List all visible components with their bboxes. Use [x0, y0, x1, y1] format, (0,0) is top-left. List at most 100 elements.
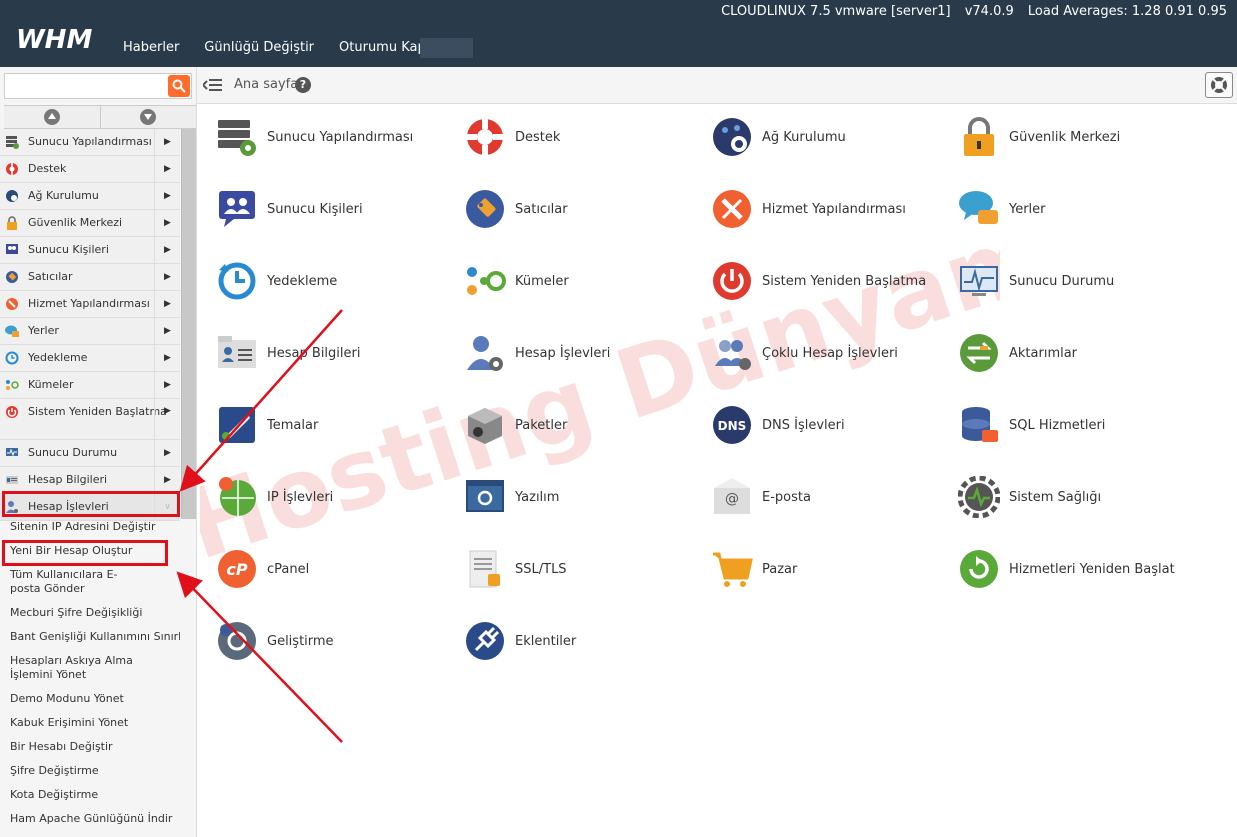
- home-tile-email[interactable]: @ E-posta: [711, 472, 951, 522]
- submenu-item-create-account[interactable]: Yeni Bir Hesap Oluştur: [0, 539, 180, 563]
- tools-icon: [711, 188, 753, 230]
- power-icon: [711, 260, 753, 302]
- home-tile-ip[interactable]: IP İşlevleri: [216, 472, 456, 522]
- submenu-item[interactable]: Ham Apache Günlüğünü İndir: [0, 807, 180, 831]
- sidebar-item-backup[interactable]: Yedekleme ▶: [0, 345, 180, 372]
- submenu-item[interactable]: Şifre Değiştirme: [0, 759, 180, 783]
- sidebar: Sunucu Yapılandırması ▶ Destek ▶ Ağ Kuru…: [0, 67, 197, 837]
- sidebar-item-server-config[interactable]: Sunucu Yapılandırması ▶: [0, 129, 180, 156]
- home-tile-plugin[interactable]: Eklentiler: [464, 616, 704, 666]
- sidebar-item-contacts[interactable]: Sunucu Kişileri ▶: [0, 237, 180, 264]
- submenu-item[interactable]: Tüm Kullanıcılara E-posta Gönder: [0, 563, 150, 601]
- home-tile-package[interactable]: Paketler: [464, 400, 704, 450]
- sidebar-item-support[interactable]: Destek ▶: [0, 156, 180, 183]
- expand-arrow-icon[interactable]: ▶: [154, 291, 180, 317]
- home-tile-cart[interactable]: Pazar: [711, 544, 951, 594]
- home-tile-theme[interactable]: Temalar: [216, 400, 456, 450]
- settings-button[interactable]: [1205, 72, 1233, 98]
- expand-arrow-icon[interactable]: ▶: [154, 467, 180, 493]
- breadcrumb[interactable]: Ana sayfa: [234, 77, 298, 92]
- expand-arrow-icon[interactable]: ▶: [154, 183, 180, 209]
- home-tile-power[interactable]: Sistem Yeniden Başlatma: [711, 256, 951, 306]
- home-tile-monitor[interactable]: Sunucu Durumu: [958, 256, 1198, 306]
- collapse-up-button[interactable]: [4, 106, 101, 128]
- home-tile-lifebuoy[interactable]: Destek: [464, 112, 704, 162]
- expand-arrow-icon[interactable]: ▶: [154, 345, 180, 371]
- home-tile-label: Güvenlik Merkezi: [1009, 129, 1121, 145]
- sidebar-item-clusters[interactable]: Kümeler ▶: [0, 372, 180, 399]
- home-tile-account-functions[interactable]: Hesap İşlevleri: [464, 328, 704, 378]
- home-tile-certificate[interactable]: SSL/TLS: [464, 544, 704, 594]
- home-tile-backup[interactable]: Yedekleme: [216, 256, 456, 306]
- certificate-icon: [464, 548, 506, 590]
- expand-arrow-icon[interactable]: ▶: [154, 318, 180, 344]
- home-tile-cluster[interactable]: Kümeler: [464, 256, 704, 306]
- sidebar-item-security[interactable]: Güvenlik Merkezi ▶: [0, 210, 180, 237]
- home-tile-account-info[interactable]: Hesap Bilgileri: [216, 328, 456, 378]
- submenu-item[interactable]: Kabuk Erişimini Yönet: [0, 711, 180, 735]
- submenu-item[interactable]: Bir Hesabı Değiştir: [0, 735, 180, 759]
- home-tile-development[interactable]: Geliştirme: [216, 616, 456, 666]
- sidebar-item-network[interactable]: Ağ Kurulumu ▶: [0, 183, 180, 210]
- email-icon: @: [711, 476, 753, 518]
- svg-text:DNS: DNS: [718, 419, 747, 433]
- home-tile-cpanel[interactable]: cP cPanel: [216, 544, 456, 594]
- expand-arrow-icon[interactable]: ▶: [154, 156, 180, 182]
- submenu-item[interactable]: Demo Modunu Yönet: [0, 687, 180, 711]
- sidebar-menu: Sunucu Yapılandırması ▶ Destek ▶ Ağ Kuru…: [0, 129, 196, 521]
- home-tile-software[interactable]: Yazılım: [464, 472, 704, 522]
- nav-news[interactable]: Haberler: [123, 40, 179, 55]
- home-tile-speech[interactable]: Yerler: [958, 184, 1198, 234]
- down-arrow-icon: [140, 109, 157, 125]
- expand-arrow-icon[interactable]: ▶: [154, 210, 180, 236]
- submenu-item[interactable]: Sitenin IP Adresini Değiştir: [0, 515, 180, 539]
- network-icon: [5, 189, 19, 203]
- sidebar-item-resellers[interactable]: Satıcılar ▶: [0, 264, 180, 291]
- home-tile-restart[interactable]: Hizmetleri Yeniden Başlat: [958, 544, 1198, 594]
- home-tile-contacts[interactable]: Sunucu Kişileri: [216, 184, 456, 234]
- home-tile-tag[interactable]: Satıcılar: [464, 184, 704, 234]
- sidebar-item-account-info[interactable]: Hesap Bilgileri ▶: [0, 467, 180, 494]
- home-tile-database[interactable]: SQL Hizmetleri: [958, 400, 1198, 450]
- search-wrap: [4, 73, 192, 99]
- sidebar-item-server-status[interactable]: Sunucu Durumu ▶: [0, 440, 180, 467]
- sidebar-item-system-reboot[interactable]: Sistem Yeniden Başlatma ▶: [0, 399, 180, 440]
- expand-arrow-icon[interactable]: ▶: [154, 129, 180, 155]
- top-nav: Haberler Günlüğü Değiştir Oturumu Kapat: [123, 40, 464, 55]
- power-icon: [5, 405, 19, 419]
- expand-arrow-icon[interactable]: ▶: [154, 237, 180, 263]
- help-icon[interactable]: ?: [295, 77, 311, 93]
- expand-arrow-icon[interactable]: ▶: [154, 399, 180, 439]
- contacts-icon: [5, 243, 19, 257]
- sidebar-toggle-icon[interactable]: [203, 77, 223, 93]
- submenu-item[interactable]: Kota Değiştirme: [0, 783, 180, 807]
- theme-icon: [216, 404, 258, 446]
- submenu-item[interactable]: Hesapları Askıya Alma İşlemini Yönet: [0, 649, 180, 687]
- submenu-item[interactable]: Bant Genişliği Kullanımını Sınırla: [0, 625, 180, 649]
- expand-arrow-icon[interactable]: ▶: [154, 264, 180, 290]
- cart-icon: [711, 548, 753, 590]
- nav-changelog[interactable]: Günlüğü Değiştir: [204, 40, 314, 55]
- home-tile-tools[interactable]: Hizmet Yapılandırması: [711, 184, 951, 234]
- expand-arrow-icon[interactable]: ▶: [154, 372, 180, 398]
- home-tile-dns[interactable]: DNS DNS İşlevleri: [711, 400, 951, 450]
- home-tile-system-health[interactable]: Sistem Sağlığı: [957, 472, 1198, 522]
- search-input[interactable]: [4, 73, 192, 99]
- home-tile-lock[interactable]: Güvenlik Merkezi: [958, 112, 1198, 162]
- collapse-down-button[interactable]: [101, 106, 197, 128]
- expand-arrow-icon[interactable]: ▶: [154, 440, 180, 466]
- restart-icon: [958, 548, 1000, 590]
- sidebar-scrollbar[interactable]: [181, 129, 196, 519]
- whm-logo[interactable]: WHM: [16, 26, 108, 52]
- home-tile-multi-account[interactable]: Çoklu Hesap İşlevleri: [711, 328, 951, 378]
- monitor-icon: [5, 446, 19, 460]
- home-tile-server-config[interactable]: Sunucu Yapılandırması: [216, 112, 456, 162]
- home-tile-label: Yedekleme: [267, 273, 338, 289]
- sidebar-item-service-config[interactable]: Hizmet Yapılandırması ▶: [0, 291, 180, 318]
- sidebar-item-locales[interactable]: Yerler ▶: [0, 318, 180, 345]
- submenu-item[interactable]: Mecburi Şifre Değişikliği: [0, 601, 180, 625]
- home-tile-transfer[interactable]: Aktarımlar: [958, 328, 1198, 378]
- search-button[interactable]: [168, 75, 190, 97]
- home-tile-network[interactable]: Ağ Kurulumu: [711, 112, 951, 162]
- home-tile-label: Sistem Sağlığı: [1009, 489, 1102, 505]
